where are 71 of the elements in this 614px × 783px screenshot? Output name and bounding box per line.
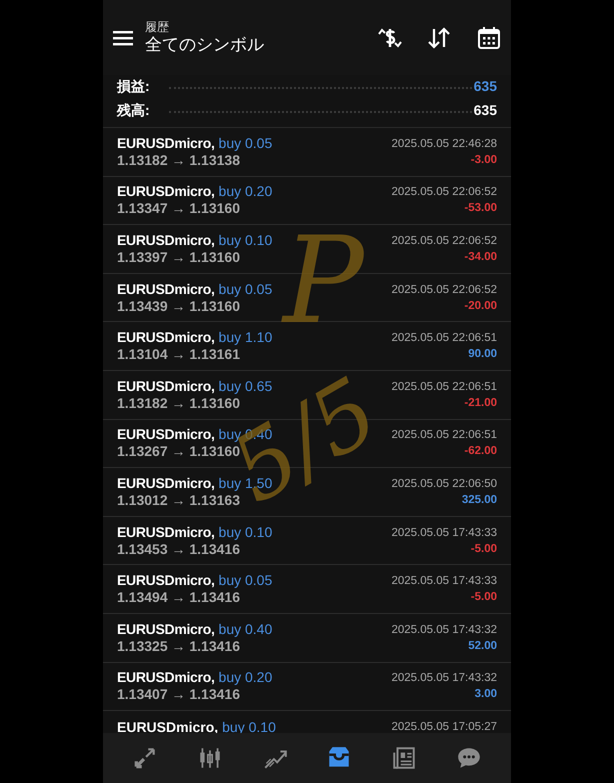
price-range: 1.13182 → 1.13160	[117, 394, 240, 411]
deal-profit: 90.00	[468, 347, 497, 362]
price-range: 1.13397 → 1.13160	[117, 248, 241, 266]
deal-time: 2025.05.05 17:43:32	[391, 622, 497, 638]
price-range: 1.13325 → 1.13416	[117, 638, 241, 655]
order-info: buy 0.10	[218, 524, 272, 541]
deal-time: 2025.05.05 22:06:52	[391, 234, 497, 249]
price-range: 1.13104 → 1.13161	[117, 346, 241, 364]
deal-time: 2025.05.05 17:05:27	[391, 720, 497, 736]
deal-profit: 325.00	[462, 492, 497, 508]
summary-label: 残高:	[117, 100, 151, 120]
price-range: 1.13182 → 1.13138	[117, 152, 241, 169]
symbol-name: EURUSDmicro,	[117, 232, 215, 249]
deal-profit: 3.00	[474, 687, 497, 702]
price-range: 1.13439 → 1.13160	[117, 298, 241, 315]
symbol-name: EURUSDmicro,	[117, 426, 215, 444]
screen-title: 全てのシンボル	[145, 34, 264, 56]
handwritten-annotation: P	[283, 222, 364, 342]
order-info: buy 0.05	[218, 572, 272, 590]
symbol-name: EURUSDmicro,	[117, 280, 215, 298]
symbol-name: EURUSDmicro,	[117, 620, 215, 638]
deal-profit: -3.00	[470, 152, 497, 168]
symbol-name: EURUSDmicro,	[117, 572, 215, 590]
deal-profit: -21.00	[464, 396, 497, 411]
symbol-name: EURUSDmicro,	[117, 134, 215, 152]
deal-profit: -20.00	[464, 298, 497, 314]
symbol-name: EURUSDmicro,	[117, 183, 215, 200]
deal-profit: -5.00	[470, 590, 497, 606]
symbol-name: EURUSDmicro,	[117, 669, 215, 686]
sort-icon[interactable]	[427, 26, 451, 48]
order-info: buy 1.10	[218, 329, 272, 346]
symbol-name: EURUSDmicro,	[117, 524, 215, 541]
symbol-name: EURUSDmicro,	[117, 378, 215, 395]
price-range: 1.13407 → 1.13416	[117, 686, 241, 704]
newspaper-icon[interactable]	[390, 745, 417, 771]
order-info: buy 0.20	[218, 183, 272, 200]
deal-time: 2025.05.05 17:43:33	[391, 526, 497, 541]
deal-time: 2025.05.05 22:06:51	[391, 428, 497, 444]
order-info: buy 0.10	[218, 232, 272, 249]
price-range: 1.13494 → 1.13416	[117, 589, 241, 606]
deal-profit: -5.00	[470, 542, 497, 557]
deal-time: 2025.05.05 22:06:50	[391, 476, 497, 492]
deal-time: 2025.05.05 22:06:51	[391, 331, 497, 346]
deal-time: 2025.05.05 22:06:51	[391, 380, 497, 395]
deal-profit: -62.00	[464, 444, 497, 460]
summary-value: 635	[474, 100, 497, 120]
deal-profit: 52.00	[468, 638, 497, 654]
price-range: 1.13267 → 1.13160	[117, 443, 240, 460]
symbol-name: EURUSDmicro,	[117, 474, 215, 492]
deal-profit: -53.00	[464, 201, 497, 216]
symbol-name: EURUSDmicro,	[117, 329, 215, 346]
calendar-icon[interactable]	[477, 26, 501, 50]
deal-time: 2025.05.05 17:43:33	[391, 574, 497, 590]
summary-value: 635	[474, 76, 497, 96]
order-info: buy 0.05	[218, 134, 272, 152]
deal-time: 2025.05.05 22:06:52	[391, 282, 497, 298]
deal-time: 2025.05.05 17:43:32	[391, 671, 497, 686]
currency-exchange-icon[interactable]	[377, 26, 403, 50]
summary-label: 損益:	[117, 76, 151, 96]
price-range: 1.13347 → 1.13160	[117, 200, 241, 218]
price-range: 1.13453 → 1.13416	[117, 540, 241, 558]
order-info: buy 0.05	[218, 280, 272, 298]
deal-time: 2025.05.05 22:06:52	[391, 185, 497, 200]
price-range: 1.13012 → 1.13163	[117, 492, 240, 509]
symbol-name: EURUSDmicro,	[117, 719, 218, 736]
order-info: buy 0.40	[218, 620, 272, 638]
deal-time: 2025.05.05 22:46:28	[391, 136, 497, 152]
screen-subtitle: 履歴	[145, 20, 170, 34]
deal-profit: -34.00	[464, 250, 497, 265]
menu-icon[interactable]	[113, 30, 133, 46]
order-info: buy 0.20	[218, 669, 272, 686]
